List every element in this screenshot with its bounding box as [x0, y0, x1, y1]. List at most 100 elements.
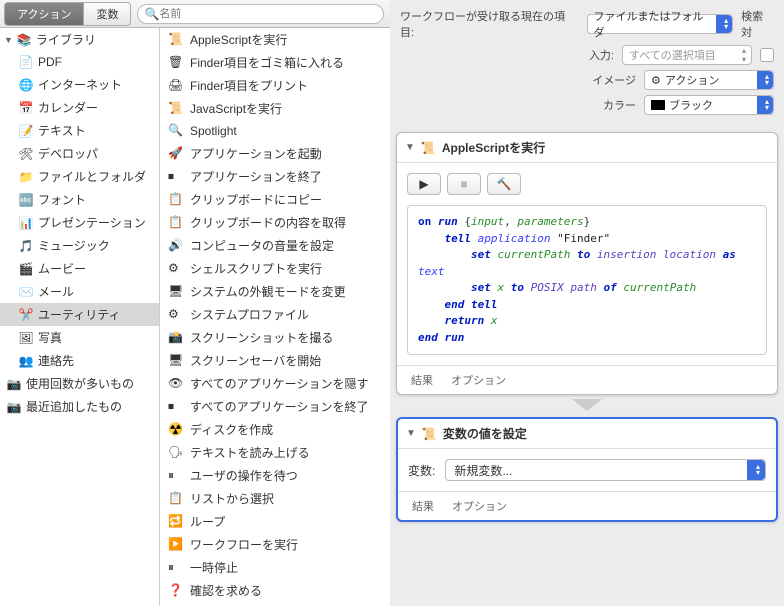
- wf-action-title: 変数の値を設定: [443, 425, 527, 442]
- library-sidebar: ▼ 📚 ライブラリ 📄PDF🌐インターネット📅カレンダー📝テキスト🛠デベロッパ📁…: [0, 28, 160, 606]
- category-icon: 📄: [18, 54, 34, 70]
- sidebar-item[interactable]: ✉️メール: [0, 280, 159, 303]
- action-icon: ⚙: [168, 307, 184, 323]
- script-editor[interactable]: on run {input, parameters} tell applicat…: [407, 205, 767, 355]
- wf-options-tab[interactable]: オプション: [452, 498, 507, 514]
- sidebar-item[interactable]: 📝テキスト: [0, 119, 159, 142]
- action-label: スクリーンショットを撮る: [190, 329, 333, 346]
- action-list-item[interactable]: ☢️ディスクを作成: [160, 418, 390, 441]
- action-label: 一時停止: [190, 559, 238, 576]
- category-icon: 🔤: [18, 192, 34, 208]
- compile-button[interactable]: 🔨: [487, 173, 521, 195]
- tab-variables[interactable]: 変数: [84, 2, 131, 26]
- action-list-item[interactable]: 🔊コンピュータの音量を設定: [160, 234, 390, 257]
- wf-results-tab[interactable]: 結果: [411, 372, 433, 388]
- action-label: アプリケーションを終了: [190, 168, 322, 185]
- sidebar-item-label: ユーティリティ: [38, 306, 121, 323]
- action-list-item[interactable]: 🖨Finder項目をプリント: [160, 74, 390, 97]
- tab-actions[interactable]: アクション: [4, 2, 84, 26]
- action-list-item[interactable]: 🖥システムの外観モードを変更: [160, 280, 390, 303]
- sidebar-root[interactable]: ▼ 📚 ライブラリ: [0, 28, 159, 51]
- category-icon: 🎬: [18, 261, 34, 277]
- action-list-item[interactable]: 🗑Finder項目をゴミ箱に入れる: [160, 51, 390, 74]
- color-swatch-icon: [651, 100, 665, 110]
- action-icon: 🖥: [168, 353, 184, 369]
- wf-options-tab[interactable]: オプション: [451, 372, 506, 388]
- sidebar-item[interactable]: ✂️ユーティリティ: [0, 303, 159, 326]
- action-list-item[interactable]: 🖥スクリーンセーバを開始: [160, 349, 390, 372]
- action-list-item[interactable]: 🔍Spotlight: [160, 120, 390, 142]
- prop-input-checkbox[interactable]: [760, 48, 774, 62]
- action-list-item[interactable]: ⚙シェルスクリプトを実行: [160, 257, 390, 280]
- sidebar-item[interactable]: 👥連絡先: [0, 349, 159, 372]
- action-list-item[interactable]: 👁すべてのアプリケーションを隠す: [160, 372, 390, 395]
- action-list-item[interactable]: ⏸一時停止: [160, 556, 390, 579]
- action-label: AppleScriptを実行: [190, 31, 287, 48]
- wf-action-set-variable[interactable]: ▼ 📜 変数の値を設定 変数: 新規変数...▴▾ 結果 オプション: [396, 417, 778, 522]
- sidebar-item[interactable]: 🔤フォント: [0, 188, 159, 211]
- search-field[interactable]: 🔍: [137, 4, 384, 24]
- action-label: すべてのアプリケーションを隠す: [190, 375, 368, 392]
- action-list-item[interactable]: 📜JavaScriptを実行: [160, 97, 390, 120]
- action-list-item[interactable]: 🚀アプリケーションを起動: [160, 142, 390, 165]
- variable-select[interactable]: 新規変数...▴▾: [445, 459, 766, 481]
- action-list-item[interactable]: ⏹アプリケーションを終了: [160, 165, 390, 188]
- action-list-item[interactable]: 📸 スクリーンショットを撮る: [160, 326, 390, 349]
- sidebar-root-label: ライブラリ: [36, 31, 96, 48]
- action-list-item[interactable]: ⏸ユーザの操作を待つ: [160, 464, 390, 487]
- sidebar-item-label: フォント: [38, 191, 86, 208]
- action-icon: 🖨: [168, 78, 184, 94]
- sidebar-smart-item[interactable]: 📷最近追加したもの: [0, 395, 159, 418]
- sidebar-smart-item[interactable]: 📷使用回数が多いもの: [0, 372, 159, 395]
- sidebar-item[interactable]: 📁ファイルとフォルダ: [0, 165, 159, 188]
- run-button[interactable]: ▶: [407, 173, 441, 195]
- disclosure-icon[interactable]: ▼: [406, 428, 416, 439]
- action-icon: 🚀: [168, 146, 184, 162]
- action-icon: 📸: [168, 330, 184, 346]
- stop-button[interactable]: ■: [447, 173, 481, 195]
- sidebar-item[interactable]: 🎬ムービー: [0, 257, 159, 280]
- action-label: すべてのアプリケーションを終了: [190, 398, 368, 415]
- sidebar-item[interactable]: 🛠デベロッパ: [0, 142, 159, 165]
- sidebar-item[interactable]: 📅カレンダー: [0, 96, 159, 119]
- action-list-item[interactable]: ❓確認を求める: [160, 579, 390, 602]
- action-list-item[interactable]: 🗣 テキストを読み上げる: [160, 441, 390, 464]
- action-label: Finder項目をゴミ箱に入れる: [190, 54, 344, 71]
- action-list-item[interactable]: ⏹すべてのアプリケーションを終了: [160, 395, 390, 418]
- wf-action-title: AppleScriptを実行: [442, 139, 545, 156]
- action-list-item[interactable]: 📋リストから選択: [160, 487, 390, 510]
- prop-receives-select[interactable]: ファイルまたはフォルダ▴▾: [587, 14, 734, 34]
- action-icon: ▶️: [168, 537, 184, 553]
- sidebar-item[interactable]: 📊プレゼンテーション: [0, 211, 159, 234]
- prop-color-select[interactable]: ブラック▴▾: [644, 95, 774, 115]
- disclosure-icon[interactable]: ▼: [405, 142, 415, 153]
- search-input[interactable]: [159, 8, 377, 20]
- action-label: シェルスクリプトを実行: [190, 260, 322, 277]
- prop-input-select[interactable]: すべての選択項目▴▾: [622, 45, 752, 65]
- action-label: テキストを読み上げる: [190, 444, 310, 461]
- category-icon: 📝: [18, 123, 34, 139]
- sidebar-item[interactable]: 🎵ミュージック: [0, 234, 159, 257]
- action-list-item[interactable]: 📋クリップボードの内容を取得: [160, 211, 390, 234]
- wf-action-applescript[interactable]: ▼ 📜 AppleScriptを実行 ▶ ■ 🔨 on run {input, …: [396, 132, 778, 395]
- action-icon: 🗣: [168, 445, 184, 461]
- action-label: システムの外観モードを変更: [190, 283, 346, 300]
- wf-results-tab[interactable]: 結果: [412, 498, 434, 514]
- action-list-item[interactable]: 📋クリップボードにコピー: [160, 188, 390, 211]
- action-list-item[interactable]: ▶️ワークフローを実行: [160, 533, 390, 556]
- action-label: コンピュータの音量を設定: [190, 237, 334, 254]
- category-icon: 🎵: [18, 238, 34, 254]
- action-icon: 📜: [168, 32, 184, 48]
- action-label: ディスクを作成: [190, 421, 273, 438]
- prop-image-select[interactable]: ⚙ アクション▴▾: [644, 70, 774, 90]
- sidebar-item[interactable]: 🌐インターネット: [0, 73, 159, 96]
- action-list-item[interactable]: 🔁ループ: [160, 510, 390, 533]
- sidebar-item[interactable]: 🖼写真: [0, 326, 159, 349]
- action-label: システムプロファイル: [190, 306, 309, 323]
- action-list-item[interactable]: 📊結果を表示: [160, 602, 390, 606]
- category-icon: 🖼: [18, 330, 34, 346]
- sidebar-item[interactable]: 📄PDF: [0, 51, 159, 73]
- action-list-item[interactable]: ⚙ システムプロファイル: [160, 303, 390, 326]
- action-list-item[interactable]: 📜 AppleScriptを実行: [160, 28, 390, 51]
- category-icon: 👥: [18, 353, 34, 369]
